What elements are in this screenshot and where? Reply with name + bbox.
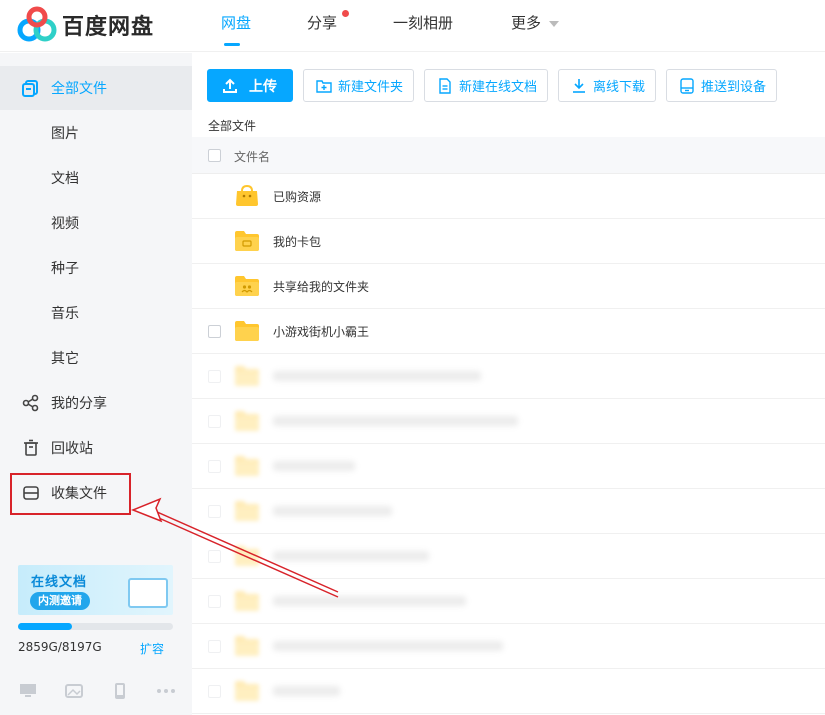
table-row[interactable] [192,399,825,444]
invite-badge: 内测邀请 [30,592,90,610]
file-name[interactable]: 我的卡包 [273,233,321,250]
file-name[interactable] [273,641,503,651]
file-name[interactable] [273,551,429,561]
card-folder-icon [234,230,260,252]
folder-icon [234,320,260,342]
device-icon [679,77,695,94]
table-row[interactable]: 我的卡包 [192,219,825,264]
file-name[interactable] [273,686,340,696]
download-icon [571,78,587,94]
upload-button[interactable]: 上传 [207,69,293,102]
sidebar-item-music[interactable]: 音乐 [0,291,192,335]
table-row[interactable] [192,444,825,489]
file-name[interactable] [273,596,466,606]
sidebar-item-images[interactable]: 图片 [0,111,192,155]
online-doc-banner[interactable]: 在线文档 内测邀请 [18,565,173,615]
main-nav: 网盘 分享 一刻相册 更多 [205,0,560,52]
sidebar-item-my-share[interactable]: 我的分享 [0,381,192,425]
notification-dot [342,10,349,17]
purchased-bag-icon [234,184,260,207]
row-checkbox[interactable] [208,460,221,473]
new-folder-icon [316,78,332,94]
breadcrumb[interactable]: 全部文件 [208,117,256,134]
all-files-icon [22,79,40,97]
table-row[interactable] [192,669,825,714]
sidebar-item-videos[interactable]: 视频 [0,201,192,245]
folder-icon [234,680,260,702]
folder-icon [234,410,260,432]
table-row[interactable]: 小游戏街机小霸王 [192,309,825,354]
bottom-device-icons [18,683,202,699]
share-icon [22,394,40,412]
mobile-icon[interactable] [110,683,130,699]
file-name[interactable]: 已购资源 [273,188,321,205]
folder-icon [234,590,260,612]
select-all-checkbox[interactable] [208,149,221,162]
sidebar-item-all-files[interactable]: 全部文件 [0,66,192,110]
storage-quota-bar [18,623,173,630]
shared-folder-icon [234,275,260,297]
document-card-icon [128,578,168,608]
sidebar-item-docs[interactable]: 文档 [0,156,192,200]
table-row[interactable]: 共享给我的文件夹 [192,264,825,309]
row-checkbox[interactable] [208,505,221,518]
nav-tab-album[interactable]: 一刻相册 [393,0,463,52]
file-name[interactable] [273,416,518,426]
chevron-down-icon [549,20,560,27]
file-name[interactable]: 小游戏街机小霸王 [273,323,369,340]
row-checkbox[interactable] [208,415,221,428]
file-name[interactable] [273,506,392,516]
top-header: 百度网盘 网盘 分享 一刻相册 更多 [0,0,825,52]
table-row[interactable] [192,489,825,534]
trash-icon [22,439,40,457]
row-checkbox[interactable] [208,370,221,383]
folder-icon [234,545,260,567]
file-name[interactable] [273,371,481,381]
row-checkbox[interactable] [208,685,221,698]
file-toolbar: 上传 新建文件夹 新建在线文档 离线下载 推送到设备 [207,69,787,102]
upload-icon [222,78,238,94]
row-checkbox[interactable] [208,640,221,653]
more-icon[interactable] [156,683,176,699]
folder-icon [234,500,260,522]
desktop-icon[interactable] [18,683,38,699]
highlight-annotation-box [10,473,131,515]
baidu-netdisk-logo-icon [17,6,57,44]
row-checkbox[interactable] [208,550,221,563]
new-folder-button[interactable]: 新建文件夹 [303,69,415,102]
document-icon [437,77,453,94]
nav-tab-share[interactable]: 分享 [307,0,349,52]
storage-quota-text: 2859G/8197G [18,640,102,654]
table-row[interactable] [192,624,825,669]
nav-tab-more[interactable]: 更多 [511,0,560,52]
sidebar-item-other[interactable]: 其它 [0,336,192,380]
table-row[interactable] [192,354,825,399]
file-name[interactable]: 共享给我的文件夹 [273,278,369,295]
column-header-filename[interactable]: 文件名 [234,148,270,165]
file-table-header [192,137,825,174]
new-online-doc-button[interactable]: 新建在线文档 [424,69,549,102]
folder-icon [234,635,260,657]
table-row[interactable]: 已购资源 [192,174,825,219]
folder-icon [234,365,260,387]
folder-icon [234,455,260,477]
sidebar-item-recycle-bin[interactable]: 回收站 [0,426,192,470]
storage-quota-fill [18,623,73,630]
push-to-device-button[interactable]: 推送到设备 [666,69,778,102]
file-name[interactable] [273,461,355,471]
nav-tab-netdisk[interactable]: 网盘 [205,0,259,52]
logo[interactable]: 百度网盘 [17,6,154,44]
offline-download-button[interactable]: 离线下载 [558,69,657,102]
row-checkbox[interactable] [208,325,221,338]
expand-storage-link[interactable]: 扩容 [140,640,164,657]
app-name: 百度网盘 [62,15,155,40]
row-checkbox[interactable] [208,595,221,608]
image-icon[interactable] [64,683,84,699]
table-row[interactable] [192,534,825,579]
table-row[interactable] [192,579,825,624]
sidebar-item-torrents[interactable]: 种子 [0,246,192,290]
